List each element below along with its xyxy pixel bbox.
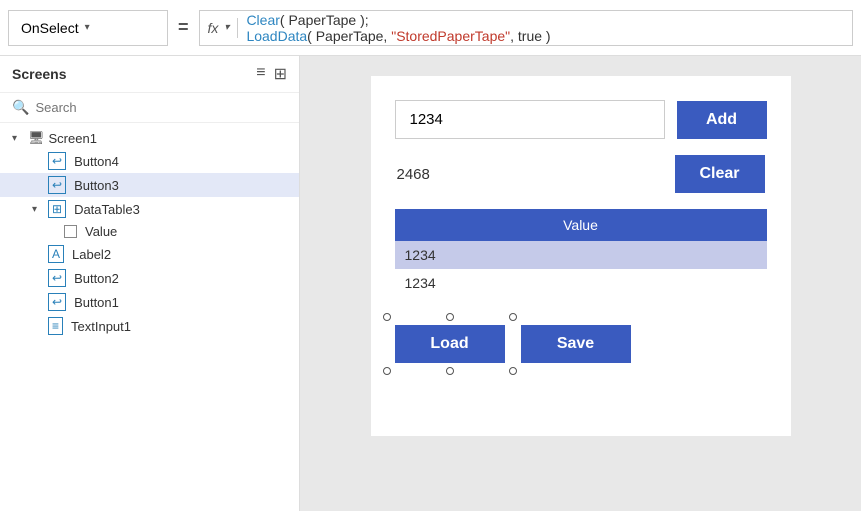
tree: ▾ 🖥 Screen1 ↩ Button4 ↩ Button3 ▾: [0, 123, 299, 511]
sidebar-item-label: Button4: [74, 154, 119, 169]
handle-top-left: [383, 313, 391, 321]
text-input[interactable]: [395, 100, 665, 139]
list-view-icon[interactable]: ≡: [256, 64, 265, 84]
button2-icon: ↩: [48, 269, 66, 287]
handle-bottom-left: [383, 367, 391, 375]
handle-top-right: [509, 313, 517, 321]
button-icon-2: ↩: [48, 176, 66, 194]
search-bar: 🔍: [0, 93, 299, 123]
button1-icon: ↩: [48, 293, 66, 311]
table-cell: 1234: [395, 241, 767, 269]
formula-bar: fx ▾ Clear( PaperTape ); LoadData( Paper…: [199, 10, 853, 46]
save-button[interactable]: Save: [521, 325, 631, 363]
sidebar-item-button3[interactable]: ↩ Button3: [0, 173, 299, 197]
bottom-row: Load Save: [395, 325, 767, 363]
event-dropdown-label: OnSelect: [21, 20, 79, 36]
table-cell: 1234: [395, 269, 767, 297]
sidebar-item-label: Button2: [74, 271, 119, 286]
textinput-icon: ≡: [48, 317, 63, 335]
sidebar: Screens ≡ ⊞ 🔍 ▾ 🖥 Screen1 ↩ Button4: [0, 56, 300, 511]
formula-divider: [237, 18, 238, 38]
sidebar-item-label: DataTable3: [74, 202, 140, 217]
table-row: 1234: [395, 241, 767, 269]
sidebar-item-label: Value: [85, 224, 117, 239]
sidebar-item-value[interactable]: Value: [0, 221, 299, 242]
sidebar-item-label: Screen1: [49, 131, 97, 146]
app-frame: Add 2468 Clear Value 1234: [371, 76, 791, 436]
sidebar-icon-group: ≡ ⊞: [256, 64, 287, 84]
data-table: Value 1234 1234: [395, 209, 767, 297]
sidebar-item-button1[interactable]: ↩ Button1: [0, 290, 299, 314]
handle-top-mid: [446, 313, 454, 321]
toolbar: OnSelect ▾ = fx ▾ Clear( PaperTape ); Lo…: [0, 0, 861, 56]
sidebar-item-datatable3[interactable]: ▾ ⊞ DataTable3: [0, 197, 299, 221]
screen-icon: 🖥: [28, 130, 45, 146]
handle-bottom-right: [509, 367, 517, 375]
search-input[interactable]: [35, 100, 287, 115]
canvas-area: Add 2468 Clear Value 1234: [300, 56, 861, 511]
equals-sign: =: [168, 17, 199, 38]
sidebar-item-button2[interactable]: ↩ Button2: [0, 266, 299, 290]
load-button[interactable]: Load: [395, 325, 505, 363]
formula-text: Clear( PaperTape ); LoadData( PaperTape,…: [246, 12, 844, 44]
sidebar-item-label: Button1: [74, 295, 119, 310]
clear-button[interactable]: Clear: [675, 155, 765, 193]
sidebar-title: Screens: [12, 66, 66, 82]
chevron-down-icon: ▾: [85, 22, 90, 33]
main-content: Screens ≡ ⊞ 🔍 ▾ 🖥 Screen1 ↩ Button4: [0, 56, 861, 511]
sidebar-item-label: Button3: [74, 178, 119, 193]
grid-view-icon[interactable]: ⊞: [274, 64, 287, 84]
add-button[interactable]: Add: [677, 101, 767, 139]
sidebar-item-button4[interactable]: ↩ Button4: [0, 149, 299, 173]
label-icon: A: [48, 245, 64, 263]
value-label: 2468: [397, 166, 430, 183]
datatable-arrow-icon: ▾: [32, 204, 44, 215]
load-button-wrapper: Load: [395, 325, 505, 363]
sidebar-item-screen1[interactable]: ▾ 🖥 Screen1: [0, 127, 299, 149]
input-row: Add: [395, 100, 767, 139]
fx-chevron-icon: ▾: [224, 22, 229, 33]
table-icon: ⊞: [48, 200, 66, 218]
event-dropdown[interactable]: OnSelect ▾: [8, 10, 168, 46]
sidebar-item-label2[interactable]: A Label2: [0, 242, 299, 266]
checkbox-icon: [64, 225, 77, 238]
sidebar-item-textinput1[interactable]: ≡ TextInput1: [0, 314, 299, 338]
sidebar-item-label: TextInput1: [71, 319, 131, 334]
arrow-icon: ▾: [12, 133, 24, 144]
table-header: Value: [395, 209, 767, 241]
search-icon: 🔍: [12, 99, 29, 116]
fx-label: fx ▾: [208, 20, 230, 36]
label-row: 2468 Clear: [395, 155, 767, 193]
sidebar-item-label: Label2: [72, 247, 111, 262]
sidebar-header: Screens ≡ ⊞: [0, 56, 299, 93]
handle-bottom-mid: [446, 367, 454, 375]
table-row: 1234: [395, 269, 767, 297]
button-icon: ↩: [48, 152, 66, 170]
